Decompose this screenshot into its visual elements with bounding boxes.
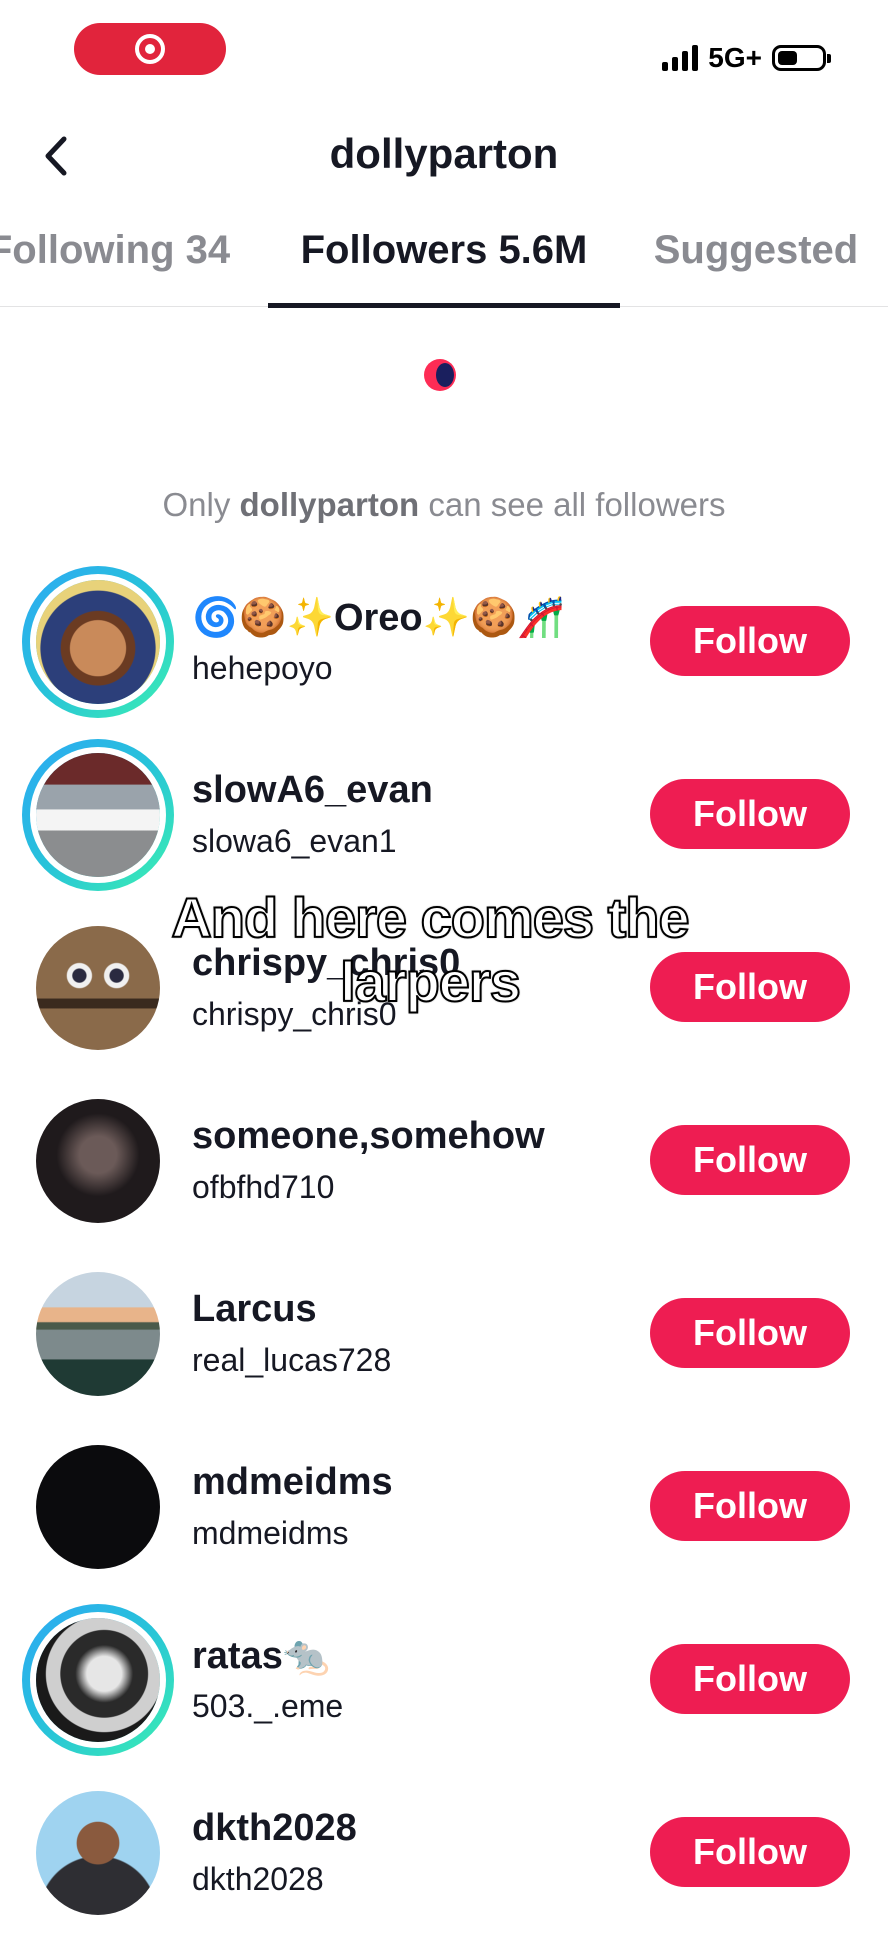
follow-button[interactable]: Follow [650, 1644, 850, 1714]
follow-button[interactable]: Follow [650, 1817, 850, 1887]
list-item[interactable]: someone,somehow ofbfhd710 Follow [0, 1079, 888, 1251]
list-item[interactable]: dkth2028 dkth2028 Follow [0, 1771, 888, 1943]
story-ring[interactable] [22, 739, 174, 891]
list-item[interactable]: 🌀🍪✨Oreo✨🍪🎢 hehepoyo Follow [0, 560, 888, 732]
follow-button[interactable]: Follow [650, 779, 850, 849]
network-type: 5G+ [708, 42, 762, 73]
follow-button[interactable]: Follow [650, 606, 850, 676]
username: slowa6_evan1 [192, 823, 397, 859]
display-name: mdmeidms [192, 1461, 393, 1503]
username: hehepoyo [192, 650, 333, 686]
followers-privacy-notice: Only dollyparton can see all followers [162, 486, 726, 523]
notice-username: dollyparton [239, 486, 420, 523]
avatar-frame[interactable] [22, 1431, 174, 1583]
username: dkth2028 [192, 1861, 324, 1897]
display-name: slowA6_evan [192, 769, 433, 811]
avatar [36, 1445, 160, 1569]
screen-recording-indicator[interactable] [74, 23, 226, 75]
list-item[interactable]: slowA6_evan slowa6_evan1 Follow [0, 733, 888, 905]
tab-following[interactable]: Following 34 [0, 228, 240, 306]
avatar-frame[interactable] [22, 1085, 174, 1237]
story-ring[interactable] [22, 1604, 174, 1756]
avatar [36, 1791, 160, 1915]
username: mdmeidms [192, 1515, 349, 1551]
avatar-frame[interactable] [22, 1258, 174, 1410]
avatar-frame[interactable] [22, 1777, 174, 1929]
avatar [36, 1272, 160, 1396]
display-name: 🌀🍪✨Oreo✨🍪🎢 [192, 597, 565, 639]
battery-icon [772, 45, 831, 71]
signal-icon [662, 45, 699, 71]
list-item[interactable]: Larcus real_lucas728 Follow [0, 1252, 888, 1424]
avatar [36, 753, 160, 877]
status-bar-right: 5G+ [662, 40, 831, 76]
display-name: someone,somehow [192, 1115, 545, 1157]
follow-button[interactable]: Follow [650, 1298, 850, 1368]
display-name: Larcus [192, 1288, 317, 1330]
follow-button[interactable]: Follow [650, 1471, 850, 1541]
follow-button[interactable]: Follow [650, 1125, 850, 1195]
avatar [36, 580, 160, 704]
avatar [36, 1099, 160, 1223]
tab-suggested[interactable]: Suggested [636, 228, 876, 306]
story-ring[interactable] [22, 566, 174, 718]
record-icon [135, 34, 165, 64]
tab-bar: Following 34 Followers 5.6M Suggested [0, 228, 888, 308]
display-name: ratas🐀 [192, 1635, 331, 1677]
username: 503._.eme [192, 1688, 344, 1724]
tab-followers[interactable]: Followers 5.6M [268, 228, 620, 308]
page-title: dollyparton [329, 130, 559, 177]
loading-spinner [424, 359, 456, 391]
video-caption-overlay: And here comes the larpers [170, 885, 690, 1014]
display-name: dkth2028 [192, 1807, 357, 1849]
username: ofbfhd710 [192, 1169, 335, 1205]
username: real_lucas728 [192, 1342, 392, 1378]
list-item[interactable]: ratas🐀 503._.eme Follow [0, 1598, 888, 1770]
avatar [36, 1618, 160, 1742]
list-item[interactable]: mdmeidms mdmeidms Follow [0, 1425, 888, 1597]
